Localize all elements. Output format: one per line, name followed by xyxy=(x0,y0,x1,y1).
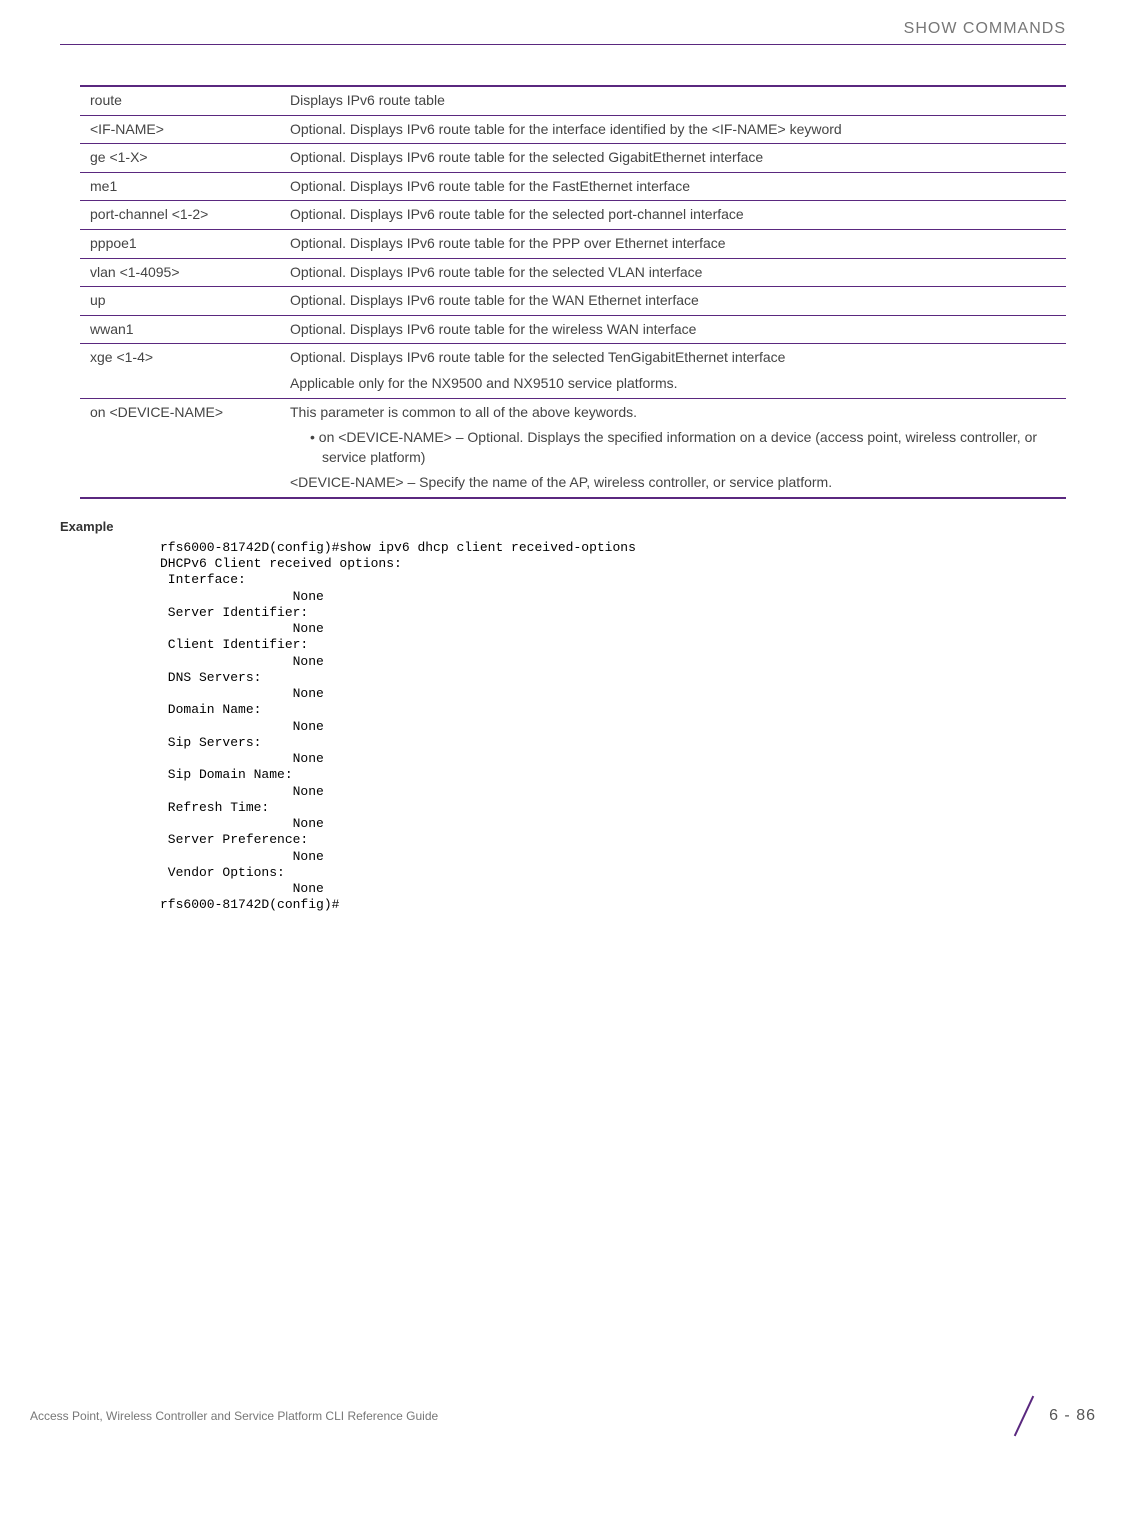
param-cell: on <DEVICE-NAME> xyxy=(80,398,280,498)
table-row: pppoe1Optional. Displays IPv6 route tabl… xyxy=(80,229,1066,258)
desc-line: Optional. Displays IPv6 route table for … xyxy=(290,348,1056,368)
table-row: routeDisplays IPv6 route table xyxy=(80,86,1066,115)
footer-doc-title: Access Point, Wireless Controller and Se… xyxy=(30,1409,438,1423)
desc-cell: This parameter is common to all of the a… xyxy=(280,398,1066,498)
desc-cell: Displays IPv6 route table xyxy=(280,86,1066,115)
desc-cell: Optional. Displays IPv6 route table for … xyxy=(280,201,1066,230)
table-row: wwan1Optional. Displays IPv6 route table… xyxy=(80,315,1066,344)
footer-page-number-box: 6 - 86 xyxy=(1003,1396,1096,1436)
param-cell: up xyxy=(80,287,280,316)
desc-cell: Optional. Displays IPv6 route table for … xyxy=(280,258,1066,287)
table-row: <IF-NAME>Optional. Displays IPv6 route t… xyxy=(80,115,1066,144)
desc-cell: Optional. Displays IPv6 route table for … xyxy=(280,144,1066,173)
param-cell: <IF-NAME> xyxy=(80,115,280,144)
desc-cell: Optional. Displays IPv6 route table for … xyxy=(280,315,1066,344)
table-row: on <DEVICE-NAME> This parameter is common… xyxy=(80,398,1066,498)
param-cell: me1 xyxy=(80,172,280,201)
table-row: vlan <1-4095>Optional. Displays IPv6 rou… xyxy=(80,258,1066,287)
example-code-block: rfs6000-81742D(config)#show ipv6 dhcp cl… xyxy=(160,540,1066,914)
table-row: xge <1-4> Optional. Displays IPv6 route t… xyxy=(80,344,1066,398)
table-row: ge <1-X>Optional. Displays IPv6 route ta… xyxy=(80,144,1066,173)
desc-line: Applicable only for the NX9500 and NX951… xyxy=(290,374,1056,394)
param-cell: vlan <1-4095> xyxy=(80,258,280,287)
desc-cell: Optional. Displays IPv6 route table for … xyxy=(280,115,1066,144)
param-cell: xge <1-4> xyxy=(80,344,280,398)
desc-cell: Optional. Displays IPv6 route table for … xyxy=(280,344,1066,398)
desc-bullet: on <DEVICE-NAME> – Optional. Displays th… xyxy=(310,428,1056,467)
param-cell: port-channel <1-2> xyxy=(80,201,280,230)
header-section: SHOW COMMANDS xyxy=(60,20,1066,45)
desc-line: <DEVICE-NAME> – Specify the name of the … xyxy=(290,473,1056,493)
footer-slash-icon xyxy=(1003,1396,1043,1436)
example-heading: Example xyxy=(60,519,1066,534)
param-cell: route xyxy=(80,86,280,115)
table-row: me1Optional. Displays IPv6 route table f… xyxy=(80,172,1066,201)
table-row: upOptional. Displays IPv6 route table fo… xyxy=(80,287,1066,316)
footer-page-number: 6 - 86 xyxy=(1049,1407,1096,1425)
param-cell: ge <1-X> xyxy=(80,144,280,173)
desc-line: This parameter is common to all of the a… xyxy=(290,403,1056,423)
desc-cell: Optional. Displays IPv6 route table for … xyxy=(280,229,1066,258)
table-row: port-channel <1-2>Optional. Displays IPv… xyxy=(80,201,1066,230)
parameter-table: routeDisplays IPv6 route table<IF-NAME>O… xyxy=(80,85,1066,499)
param-cell: wwan1 xyxy=(80,315,280,344)
desc-cell: Optional. Displays IPv6 route table for … xyxy=(280,172,1066,201)
desc-cell: Optional. Displays IPv6 route table for … xyxy=(280,287,1066,316)
page-footer: Access Point, Wireless Controller and Se… xyxy=(30,1396,1096,1436)
param-cell: pppoe1 xyxy=(80,229,280,258)
